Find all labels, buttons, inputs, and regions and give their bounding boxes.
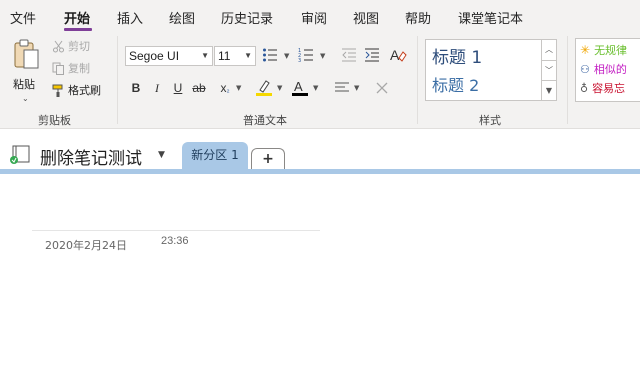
basic-text-group-label: 普通文本 <box>243 114 287 127</box>
font-name-value: Segoe UI <box>129 49 180 63</box>
svg-text:A: A <box>390 47 400 63</box>
tab-home[interactable]: 开始 <box>64 8 90 27</box>
chevron-down-icon[interactable]: ▼ <box>320 52 325 60</box>
expand-icon: ▼ <box>545 86 553 95</box>
numbered-list-icon[interactable]: 1 2 3 <box>298 47 314 63</box>
chevron-down-icon[interactable]: ▼ <box>313 84 318 92</box>
tab-history[interactable]: 历史记录 <box>221 8 273 27</box>
scissors-icon <box>53 40 64 52</box>
strikethrough-button[interactable]: ab <box>190 79 208 97</box>
ribbon: 粘贴 ⌄ 剪切 复制 格式刷 剪贴板 Segoe UI ▼ 11 ▼ ▼ 1 2… <box>0 32 640 129</box>
underline-button[interactable]: U <box>169 79 187 97</box>
align-icon[interactable] <box>334 80 350 96</box>
ribbon-tab-bar: 文件 开始 插入 绘图 历史记录 审阅 视图 帮助 课堂笔记本 <box>0 0 640 32</box>
page-title-field[interactable] <box>32 230 320 231</box>
page-time: 23:36 <box>161 235 189 247</box>
group-divider <box>117 36 118 124</box>
tag-label: 相似的 <box>593 63 627 76</box>
bullet-list-icon[interactable] <box>262 47 278 63</box>
tag-label: 无规律 <box>594 44 628 57</box>
chevron-down-icon[interactable]: ▼ <box>277 84 282 92</box>
tab-help[interactable]: 帮助 <box>405 8 431 27</box>
chevron-down-icon[interactable]: ▼ <box>244 47 252 65</box>
person-icon: ⚇ <box>580 62 590 76</box>
chevron-down-icon[interactable]: ▼ <box>236 84 241 92</box>
chevron-down-icon: ﹀ <box>545 66 553 75</box>
paste-button[interactable]: 粘贴 ⌄ <box>10 38 42 103</box>
format-painter-label: 格式刷 <box>68 84 101 97</box>
tag-item[interactable]: ⚇ 相似的 <box>580 61 627 77</box>
svg-text:A: A <box>294 79 303 94</box>
style-heading2[interactable]: 标题 2 <box>432 72 479 96</box>
active-tab-indicator <box>64 28 92 31</box>
onenote-window: 文件 开始 插入 绘图 历史记录 审阅 视图 帮助 课堂笔记本 粘贴 ⌄ 剪切 … <box>0 0 640 369</box>
group-divider <box>567 36 568 124</box>
clipboard-icon <box>14 39 39 69</box>
gallery-scroll-down[interactable]: ﹀ <box>541 60 556 80</box>
gallery-scroll-up[interactable]: ︿ <box>541 40 556 60</box>
font-color-icon[interactable]: A <box>291 78 309 97</box>
tab-class-notebook[interactable]: 课堂笔记本 <box>458 8 523 27</box>
format-painter-icon <box>52 84 63 97</box>
cut-button[interactable]: 剪切 <box>52 38 90 54</box>
font-size-value: 11 <box>218 49 231 63</box>
bold-button[interactable]: B <box>127 79 145 97</box>
cut-label: 剪切 <box>68 40 90 53</box>
tags-gallery[interactable]: ✳ 无规律 ⚇ 相似的 ♁ 容易忘 <box>575 38 640 102</box>
tab-file[interactable]: 文件 <box>10 8 36 27</box>
tag-item[interactable]: ✳ 无规律 <box>580 42 627 58</box>
font-size-combo[interactable]: 11 ▼ <box>214 46 256 66</box>
italic-button[interactable]: I <box>148 79 166 97</box>
font-name-combo[interactable]: Segoe UI ▼ <box>125 46 213 66</box>
styles-group-label: 样式 <box>479 114 501 127</box>
tab-draw[interactable]: 绘图 <box>169 8 195 27</box>
subscript-button[interactable]: x₂ <box>216 79 234 97</box>
gallery-expand[interactable]: ▼ <box>541 80 556 100</box>
tab-view[interactable]: 视图 <box>353 8 379 27</box>
subscript-2-glyph: ₂ <box>226 85 230 94</box>
section-tab[interactable]: 新分区 1 <box>182 142 248 170</box>
chevron-down-icon[interactable]: ⌄ <box>22 94 29 103</box>
svg-text:3: 3 <box>298 58 301 63</box>
decrease-indent-icon[interactable] <box>341 47 357 63</box>
close-icon[interactable] <box>375 81 389 95</box>
tab-review[interactable]: 审阅 <box>301 8 327 27</box>
notebook-name[interactable]: 删除笔记测试 <box>40 144 142 169</box>
chevron-down-icon[interactable]: ▼ <box>158 150 165 160</box>
copy-label: 复制 <box>68 62 90 75</box>
clipboard-group-label: 剪贴板 <box>38 114 71 127</box>
styles-gallery[interactable]: 标题 1 标题 2 ︿ ﹀ ▼ <box>425 39 557 101</box>
increase-indent-icon[interactable] <box>364 47 380 63</box>
star-burst-icon: ✳ <box>580 43 591 57</box>
group-divider <box>417 36 418 124</box>
style-heading1[interactable]: 标题 1 <box>432 43 482 68</box>
copy-icon <box>52 62 64 75</box>
chevron-down-icon[interactable]: ▼ <box>354 84 359 92</box>
clear-formatting-icon[interactable]: A <box>389 46 407 64</box>
page-date: 2020年2月24日 <box>45 239 127 252</box>
lightbulb-icon: ♁ <box>580 81 589 95</box>
chevron-down-icon[interactable]: ▼ <box>284 52 289 60</box>
tab-insert[interactable]: 插入 <box>117 8 143 27</box>
format-painter-button[interactable]: 格式刷 <box>52 82 101 98</box>
tag-item[interactable]: ♁ 容易忘 <box>580 80 625 96</box>
page-canvas[interactable] <box>0 174 640 369</box>
paste-label: 粘贴 <box>13 78 35 91</box>
chevron-down-icon[interactable]: ▼ <box>201 47 209 65</box>
copy-button[interactable]: 复制 <box>52 60 90 76</box>
add-section-button[interactable]: + <box>251 148 285 170</box>
tag-label: 容易忘 <box>592 82 626 95</box>
highlighter-icon[interactable] <box>255 79 273 97</box>
notebook-icon[interactable] <box>10 145 32 165</box>
chevron-up-icon: ︿ <box>545 45 553 54</box>
